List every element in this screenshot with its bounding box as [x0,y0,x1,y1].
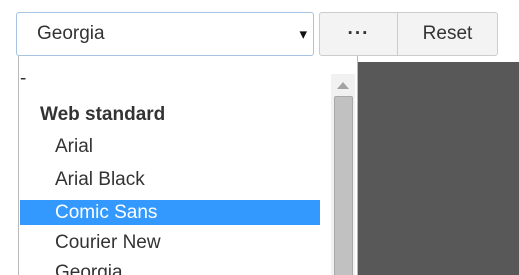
dropdown-option-arial[interactable]: Arial [20,134,320,159]
dropdown-option-blank[interactable]: - [20,66,320,91]
scroll-thumb[interactable] [334,96,353,275]
reset-button[interactable]: Reset [397,12,498,56]
dropdown-group-web-standard: Web standard [40,104,166,125]
caret-down-icon: ▾ [299,26,307,43]
more-options-label: ··· [347,23,370,44]
more-options-button[interactable]: ··· [319,12,398,56]
reset-button-label: Reset [422,23,473,44]
dropdown-option-arial-black[interactable]: Arial Black [20,167,320,192]
dropdown-option-comic-sans[interactable]: Comic Sans [20,200,320,225]
font-select-value: Georgia [37,23,105,44]
dropdown-option-georgia[interactable]: Georgia [20,260,320,275]
scroll-up-arrow-icon[interactable] [337,82,349,89]
font-dropdown-list[interactable]: - Web standard Arial Arial Black Comic S… [18,56,358,275]
dropdown-option-courier-new[interactable]: Courier New [20,230,320,255]
dropdown-scrollbar[interactable] [331,74,355,275]
font-family-select[interactable]: Georgia ▾ [16,12,314,56]
editor-background [356,62,519,275]
